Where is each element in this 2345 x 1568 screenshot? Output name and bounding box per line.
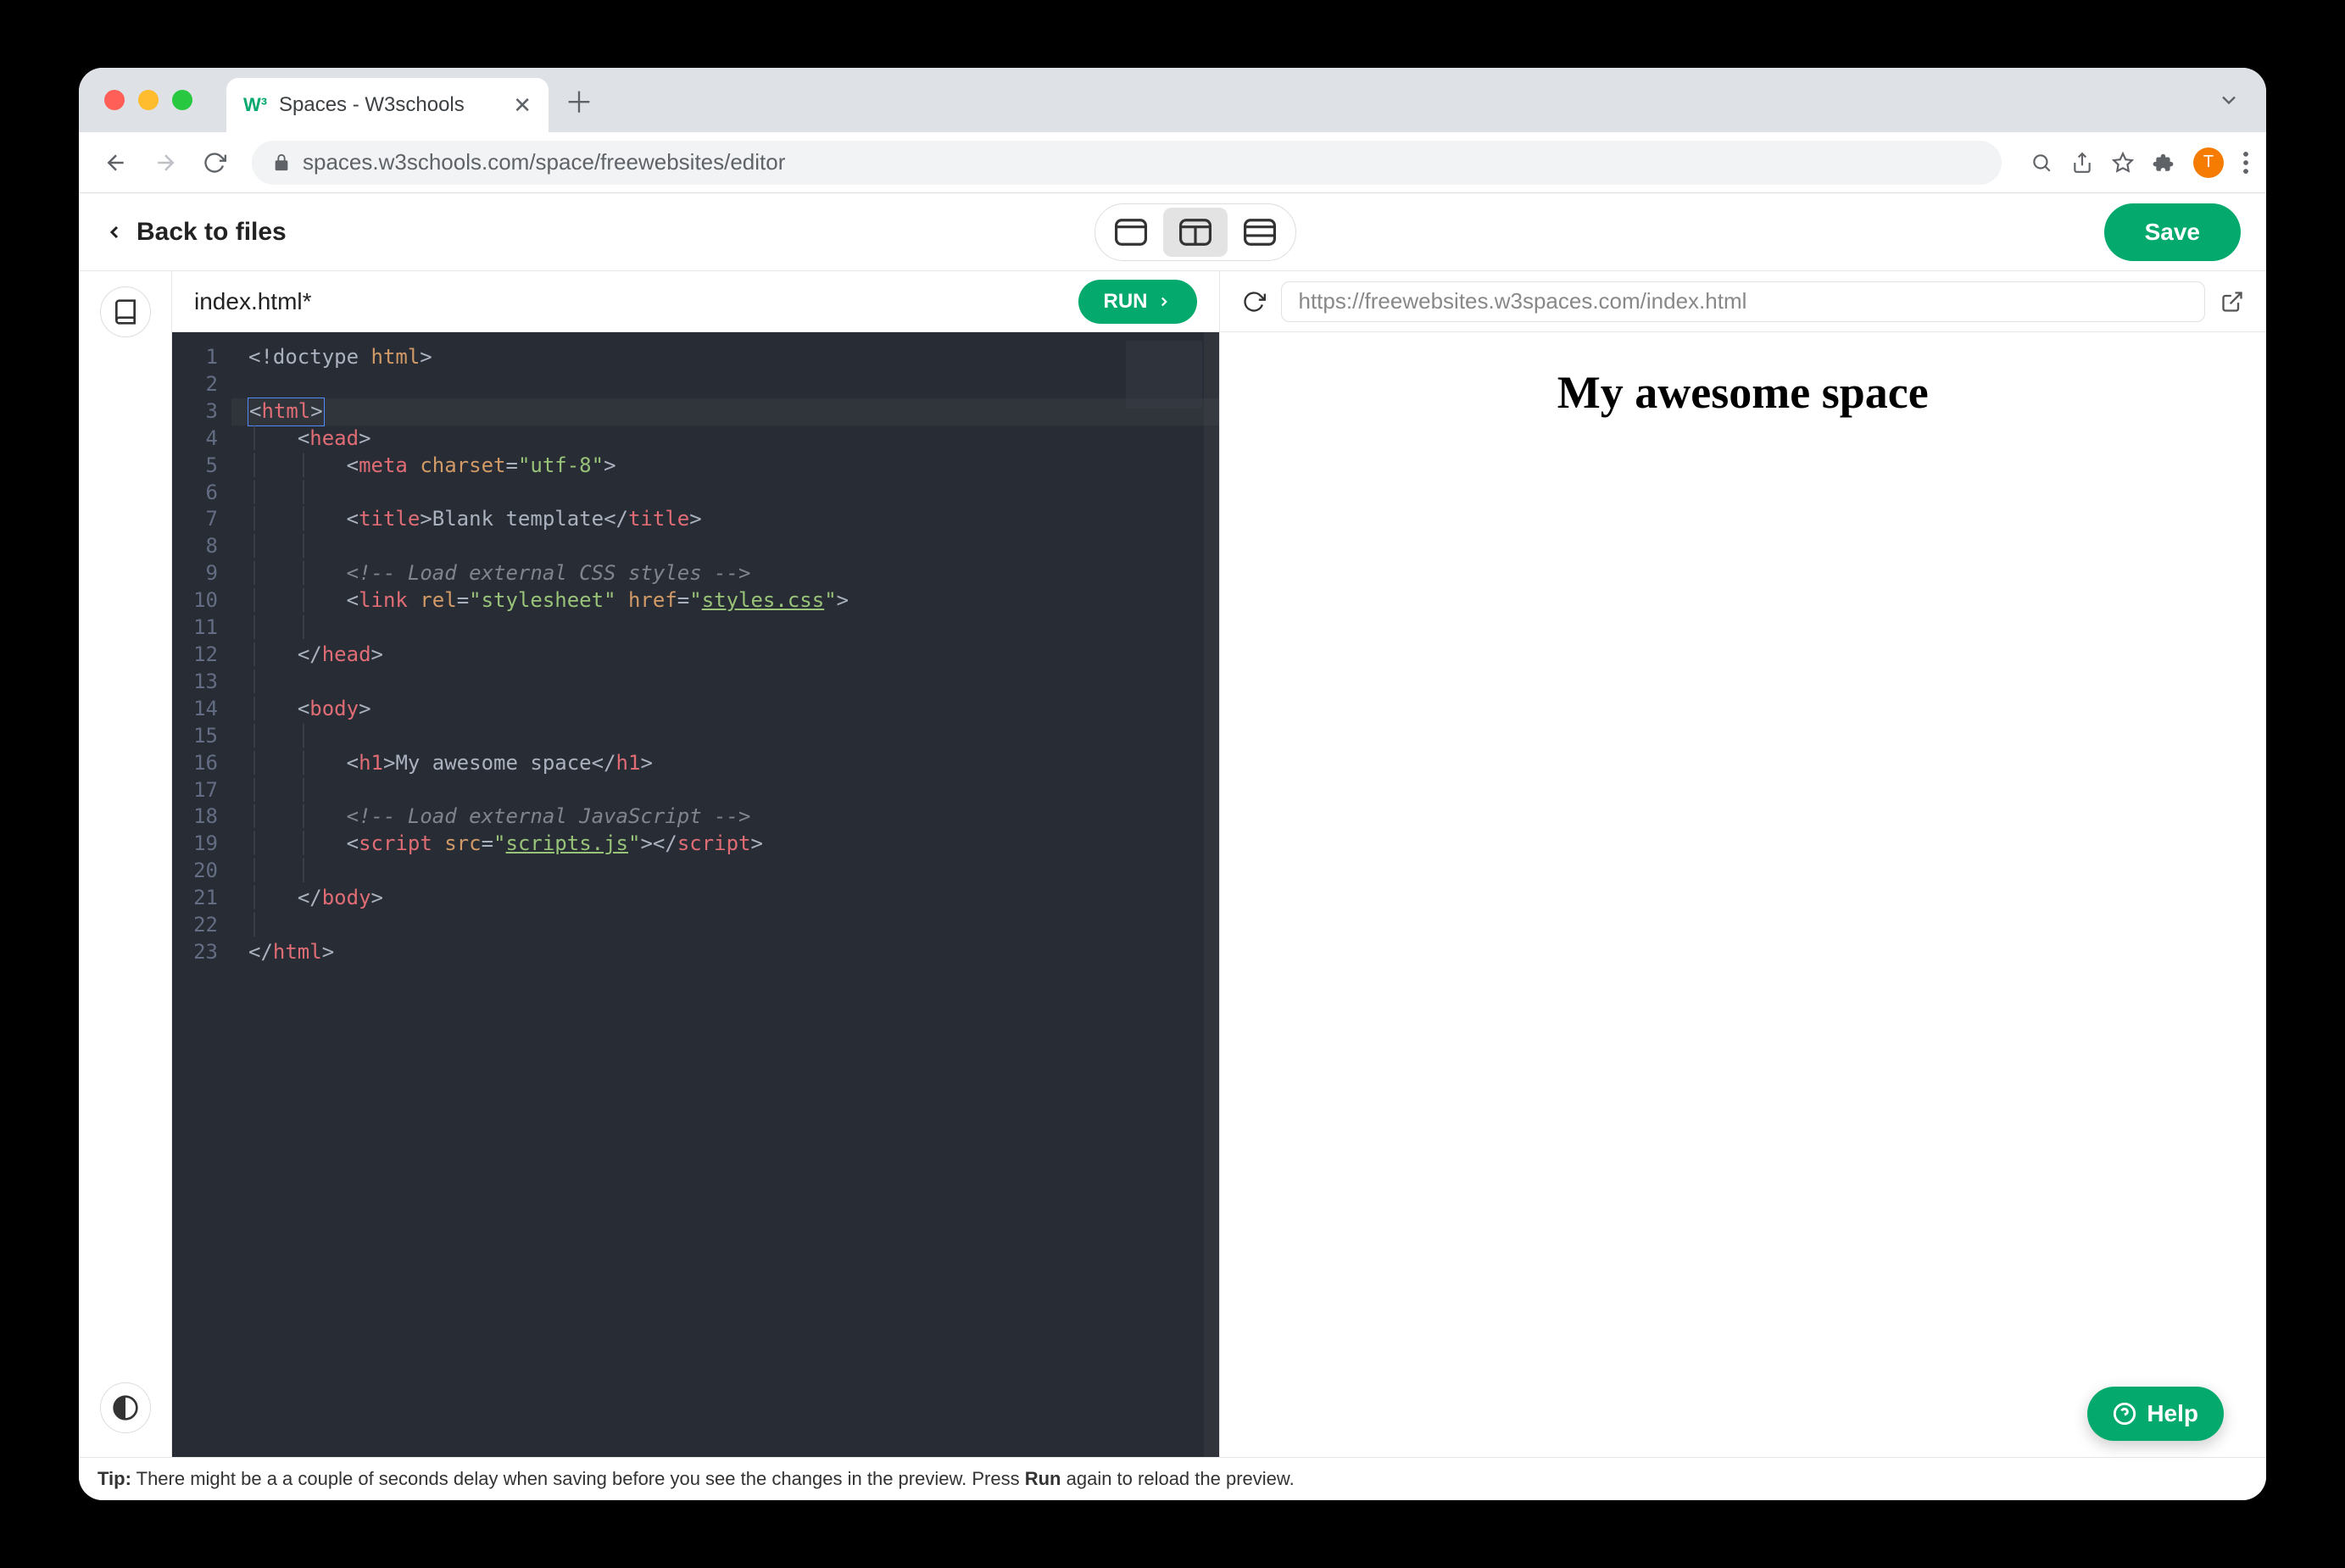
tabbar-expand-icon[interactable] bbox=[2217, 88, 2241, 112]
preview-url-bar[interactable]: https://freewebsites.w3spaces.com/index.… bbox=[1281, 281, 2206, 322]
theme-toggle-icon[interactable] bbox=[100, 1382, 151, 1433]
help-label: Help bbox=[2147, 1400, 2198, 1427]
nav-back-button[interactable] bbox=[96, 142, 136, 183]
tip-text-b: again to reload the preview. bbox=[1061, 1468, 1295, 1489]
nav-forward-button[interactable] bbox=[145, 142, 186, 183]
minimap[interactable] bbox=[1126, 341, 1202, 409]
preview-url-text: https://freewebsites.w3spaces.com/index.… bbox=[1299, 288, 1747, 314]
layout-full-button[interactable] bbox=[1099, 208, 1163, 257]
toolbar-icons: T bbox=[2030, 147, 2249, 178]
tip-bar: Tip: There might be a a couple of second… bbox=[79, 1457, 2266, 1500]
nav-reload-button[interactable] bbox=[194, 142, 235, 183]
preview-header: https://freewebsites.w3spaces.com/index.… bbox=[1220, 271, 2267, 332]
back-to-files-label: Back to files bbox=[136, 218, 287, 247]
tab-close-icon[interactable]: ✕ bbox=[513, 92, 532, 119]
left-rail bbox=[79, 271, 172, 1457]
run-button-label: RUN bbox=[1104, 290, 1148, 314]
tip-text-a: There might be a a couple of seconds del… bbox=[131, 1468, 1025, 1489]
editor-scrollbar[interactable] bbox=[1204, 332, 1219, 1457]
share-icon[interactable] bbox=[2071, 152, 2093, 174]
preview-body: My awesome space bbox=[1220, 332, 2267, 1457]
address-bar-url: spaces.w3schools.com/space/freewebsites/… bbox=[303, 149, 785, 175]
preview-panel: https://freewebsites.w3spaces.com/index.… bbox=[1220, 271, 2267, 1457]
open-external-icon[interactable] bbox=[2220, 290, 2244, 314]
profile-avatar[interactable]: T bbox=[2193, 147, 2224, 178]
tip-run-bold: Run bbox=[1025, 1468, 1061, 1489]
line-gutter: 1234567891011121314151617181920212223 bbox=[172, 332, 231, 1457]
docs-icon[interactable] bbox=[100, 286, 151, 337]
extensions-icon[interactable] bbox=[2153, 152, 2175, 174]
browser-toolbar: spaces.w3schools.com/space/freewebsites/… bbox=[79, 132, 2266, 193]
window-controls bbox=[104, 90, 192, 110]
help-button[interactable]: Help bbox=[2087, 1387, 2224, 1441]
preview-reload-icon[interactable] bbox=[1242, 290, 1266, 314]
code-editor[interactable]: 1234567891011121314151617181920212223 <!… bbox=[172, 332, 1219, 1457]
editor-panel: index.html* RUN 123456789101112131415161… bbox=[172, 271, 1220, 1457]
layout-switcher bbox=[1095, 203, 1296, 261]
code-content[interactable]: <!doctype html> <html>│ <head> │ │ <meta… bbox=[231, 332, 1219, 1457]
layout-split-vertical-button[interactable] bbox=[1163, 208, 1228, 257]
window-minimize-button[interactable] bbox=[138, 90, 159, 110]
bookmark-star-icon[interactable] bbox=[2112, 152, 2134, 174]
run-button[interactable]: RUN bbox=[1078, 280, 1197, 324]
browser-tab[interactable]: W³ Spaces - W3schools ✕ bbox=[226, 78, 549, 132]
window-fullscreen-button[interactable] bbox=[172, 90, 192, 110]
address-bar[interactable]: spaces.w3schools.com/space/freewebsites/… bbox=[252, 141, 2002, 185]
editor-header: index.html* RUN bbox=[172, 271, 1219, 332]
app-header: Back to files Save bbox=[79, 193, 2266, 271]
kebab-menu-icon[interactable] bbox=[2242, 152, 2249, 174]
browser-tabbar: W³ Spaces - W3schools ✕ ＋ bbox=[79, 68, 2266, 132]
back-to-files-link[interactable]: Back to files bbox=[104, 218, 287, 247]
new-tab-button[interactable]: ＋ bbox=[559, 80, 599, 121]
filename-label: index.html* bbox=[194, 288, 312, 315]
zoom-icon[interactable] bbox=[2030, 152, 2053, 174]
browser-window: W³ Spaces - W3schools ✕ ＋ spaces.w3schoo… bbox=[79, 68, 2266, 1500]
content-area: index.html* RUN 123456789101112131415161… bbox=[79, 271, 2266, 1457]
favicon-icon: W³ bbox=[243, 93, 267, 117]
layout-split-horizontal-button[interactable] bbox=[1228, 208, 1292, 257]
tip-label: Tip: bbox=[97, 1468, 131, 1489]
save-button[interactable]: Save bbox=[2104, 203, 2241, 261]
preview-heading: My awesome space bbox=[1245, 366, 2242, 419]
tab-title: Spaces - W3schools bbox=[279, 93, 465, 117]
lock-icon bbox=[272, 153, 291, 172]
window-close-button[interactable] bbox=[104, 90, 125, 110]
